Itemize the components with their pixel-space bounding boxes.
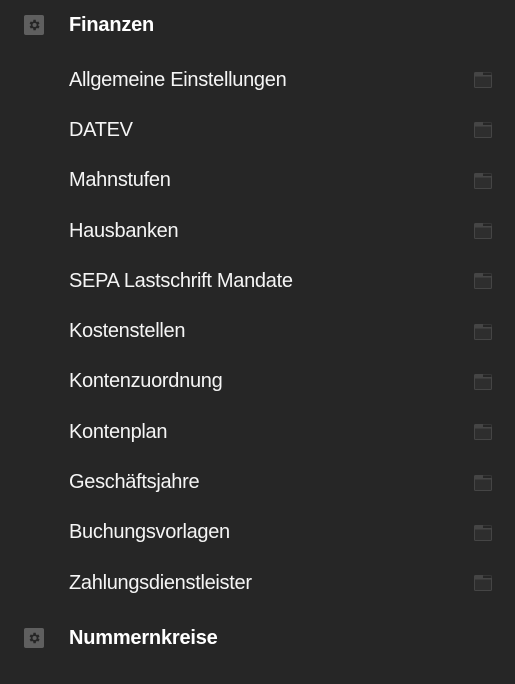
open-window-icon[interactable] xyxy=(468,573,498,593)
menu-item-kostenstellen[interactable]: Kostenstellen xyxy=(0,306,515,356)
settings-navigation-panel: Finanzen Allgemeine Einstellungen DATEV … xyxy=(0,0,515,684)
menu-item-kontenplan[interactable]: Kontenplan xyxy=(0,407,515,457)
open-window-icon[interactable] xyxy=(468,70,498,90)
open-window-icon[interactable] xyxy=(468,372,498,392)
menu-item-geschaeftsjahre[interactable]: Geschäftsjahre xyxy=(0,457,515,507)
menu-item-zahlungsdienstleister[interactable]: Zahlungsdienstleister xyxy=(0,558,515,608)
menu-item-hausbanken[interactable]: Hausbanken xyxy=(0,206,515,256)
open-window-icon[interactable] xyxy=(468,473,498,493)
open-window-icon[interactable] xyxy=(468,422,498,442)
gear-icon xyxy=(24,628,44,648)
finance-settings-list: Allgemeine Einstellungen DATEV Mahnstufe… xyxy=(0,55,515,608)
section-header-nummernkreise[interactable]: Nummernkreise xyxy=(0,618,515,658)
menu-item-allgemeine-einstellungen[interactable]: Allgemeine Einstellungen xyxy=(0,55,515,105)
open-window-icon[interactable] xyxy=(468,271,498,291)
menu-item-label: DATEV xyxy=(69,118,133,141)
section-title-finanzen: Finanzen xyxy=(69,13,155,36)
menu-item-label: Buchungsvorlagen xyxy=(69,521,230,544)
section-title-nummernkreise: Nummernkreise xyxy=(69,626,218,649)
menu-item-sepa-lastschrift-mandate[interactable]: SEPA Lastschrift Mandate xyxy=(0,256,515,306)
menu-item-mahnstufen[interactable]: Mahnstufen xyxy=(0,156,515,206)
section-header-finanzen[interactable]: Finanzen xyxy=(0,5,515,45)
menu-item-label: Mahnstufen xyxy=(69,169,171,192)
menu-item-label: Allgemeine Einstellungen xyxy=(69,68,287,91)
open-window-icon[interactable] xyxy=(468,523,498,543)
menu-item-label: Kostenstellen xyxy=(69,320,186,343)
menu-item-buchungsvorlagen[interactable]: Buchungsvorlagen xyxy=(0,508,515,558)
menu-item-kontenzuordnung[interactable]: Kontenzuordnung xyxy=(0,357,515,407)
menu-item-label: Geschäftsjahre xyxy=(69,471,200,494)
menu-item-datev[interactable]: DATEV xyxy=(0,105,515,155)
menu-item-label: Kontenzuordnung xyxy=(69,370,223,393)
open-window-icon[interactable] xyxy=(468,171,498,191)
menu-item-label: SEPA Lastschrift Mandate xyxy=(69,269,293,292)
open-window-icon[interactable] xyxy=(468,120,498,140)
open-window-icon[interactable] xyxy=(468,221,498,241)
menu-item-label: Kontenplan xyxy=(69,420,168,443)
menu-item-label: Zahlungsdienstleister xyxy=(69,571,252,594)
menu-item-label: Hausbanken xyxy=(69,219,179,242)
gear-icon xyxy=(24,15,44,35)
open-window-icon[interactable] xyxy=(468,322,498,342)
